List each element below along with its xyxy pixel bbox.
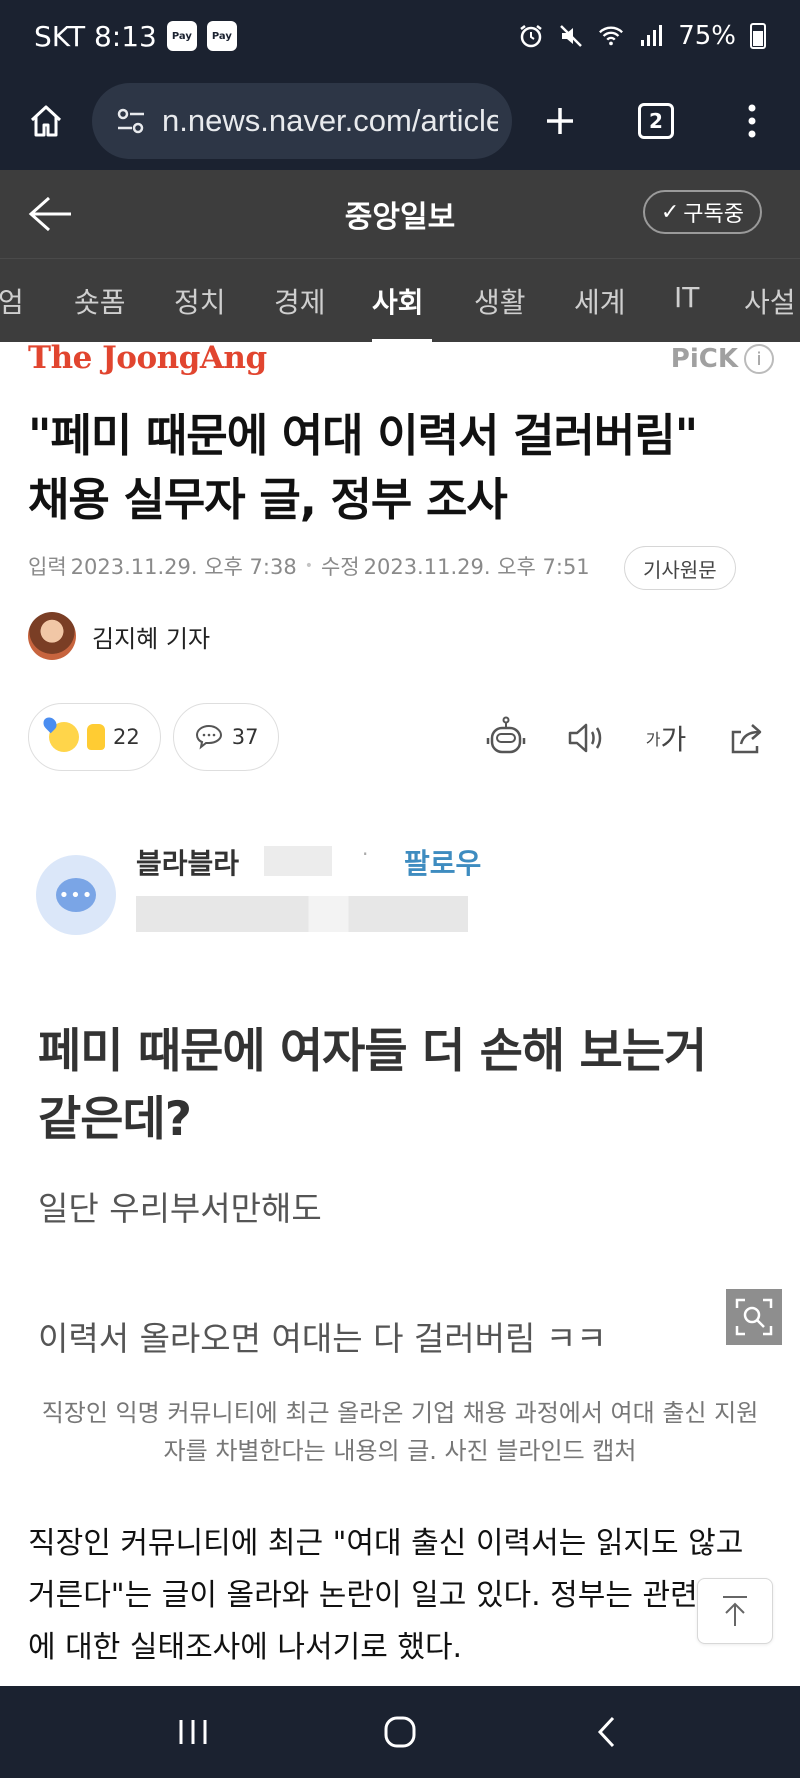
image-zoom-button[interactable] xyxy=(726,1289,782,1345)
comment-button[interactable]: 37 xyxy=(172,703,280,771)
recent-apps-icon xyxy=(179,1720,207,1744)
original-article-button[interactable]: 기사원문 xyxy=(624,546,736,590)
headline-line-1: "페미 때문에 여대 이력서 걸러버림" xyxy=(28,409,698,462)
category-tabs: 엄 숏폼 정치 경제 사회 생활 세계 IT 사설 xyxy=(0,258,800,342)
reporter-avatar xyxy=(28,612,76,660)
tab-world[interactable]: 세계 xyxy=(574,281,626,321)
article-body: 직장인 커뮤니티에 최근 "여대 출신 이력서는 읽지도 않고 거른다"는 글이… xyxy=(28,1526,763,1665)
tab-it[interactable]: IT xyxy=(674,281,699,314)
press-logo[interactable]: The JoongAng xyxy=(28,340,267,376)
info-icon[interactable]: i xyxy=(744,344,774,374)
comment-icon xyxy=(195,724,222,750)
robot-icon xyxy=(486,716,526,754)
edit-date: 2023.11.29. 오후 7:51 xyxy=(363,555,590,579)
back-chevron-icon xyxy=(597,1716,614,1748)
summary-bot-button[interactable] xyxy=(480,712,532,764)
subscribe-label: 구독중 xyxy=(683,202,744,227)
smile-emoji-icon xyxy=(49,722,79,752)
comment-count: 37 xyxy=(231,725,259,749)
new-tab-button[interactable] xyxy=(512,72,608,170)
embed-separator: · xyxy=(362,842,369,866)
carrier-time: SKT 8:13 xyxy=(34,19,157,53)
article-headline: "페미 때문에 여대 이력서 걸러버림" 채용 실무자 글, 정부 조사 xyxy=(28,404,778,532)
blind-post-line-1: 일단 우리부서만해도 xyxy=(38,1189,322,1228)
alarm-icon xyxy=(518,23,544,49)
scroll-to-top-button[interactable] xyxy=(697,1578,773,1644)
reaction-bar: 22 37 xyxy=(28,703,280,771)
tab-shortform[interactable]: 숏폼 xyxy=(74,281,126,321)
reaction-button[interactable]: 22 xyxy=(28,703,161,771)
status-bar: SKT 8:13 Pay Pay 75% xyxy=(0,0,800,72)
blurred-company xyxy=(264,846,332,876)
pay-badge-icon: Pay xyxy=(206,21,237,51)
signal-icon xyxy=(638,23,664,49)
tab-politics[interactable]: 정치 xyxy=(174,281,226,321)
reaction-count: 22 xyxy=(113,725,140,749)
tab-living[interactable]: 생활 xyxy=(474,281,526,321)
tab-switcher-button[interactable]: 2 xyxy=(608,72,704,170)
blind-follow-label: 팔로우 xyxy=(404,847,482,880)
address-bar[interactable]: n.news.naver.com/article xyxy=(92,83,512,159)
article-image: ••• 블라블라 · 팔로우 페미 때문에 여자들 더 손해 보는거 같은데? … xyxy=(0,820,800,1395)
arrow-up-icon xyxy=(723,1596,747,1626)
check-icon: ✓ xyxy=(660,199,680,225)
tab-society[interactable]: 사회 xyxy=(372,281,424,321)
blind-user-name: 블라블라 xyxy=(136,847,240,880)
tab-economy[interactable]: 경제 xyxy=(274,281,326,321)
pay-badge-icon: Pay xyxy=(166,21,197,51)
active-tab-indicator xyxy=(372,339,432,342)
input-date: 2023.11.29. 오후 7:38 xyxy=(70,555,297,579)
system-nav-bar xyxy=(0,1686,800,1778)
site-settings-icon[interactable] xyxy=(114,104,148,138)
zoom-icon xyxy=(735,1298,773,1336)
text-to-speech-button[interactable] xyxy=(560,712,612,764)
font-size-big-icon: 가 xyxy=(660,723,687,756)
chat-bubble-icon: ••• xyxy=(56,878,96,912)
headline-line-2: 채용 실무자 글, 정부 조사 xyxy=(28,473,508,526)
menu-icon xyxy=(748,104,756,138)
share-button[interactable] xyxy=(720,712,772,764)
edit-label: 수정 xyxy=(320,555,360,579)
meta-separator: • xyxy=(304,558,313,574)
tab-prev[interactable]: 엄 xyxy=(0,281,24,321)
reporter-name: 김지혜 기자 xyxy=(92,624,211,653)
browser-toolbar: n.news.naver.com/article 2 xyxy=(0,72,800,170)
pick-label: PiCK xyxy=(670,344,738,374)
tab-editorial[interactable]: 사설 xyxy=(744,281,796,321)
recent-apps-button[interactable] xyxy=(163,1702,223,1762)
article-dates: 입력 2023.11.29. 오후 7:38 • 수정 2023.11.29. … xyxy=(28,551,590,581)
pick-badge[interactable]: PiCK i xyxy=(671,344,774,374)
browser-menu-button[interactable] xyxy=(704,72,800,170)
blind-avatar: ••• xyxy=(36,855,116,935)
home-circle-icon xyxy=(384,1716,416,1748)
blind-post-line-2: 이력서 올라오면 여대는 다 걸러버림 ㅋㅋ xyxy=(38,1319,607,1358)
app-header: 중앙일보 ✓ 구독중 xyxy=(0,170,800,258)
new-tab-icon xyxy=(547,108,573,134)
home-nav-button[interactable] xyxy=(370,1702,430,1762)
battery-percent: 75% xyxy=(678,21,736,51)
font-size-button[interactable]: 가가 xyxy=(640,712,692,764)
blurred-details xyxy=(136,896,468,932)
input-label: 입력 xyxy=(28,555,67,579)
battery-icon xyxy=(750,23,766,49)
tab-switcher-icon: 2 xyxy=(638,103,674,139)
home-button[interactable] xyxy=(0,72,92,170)
article-tools: 가가 xyxy=(480,712,772,764)
thumbs-up-icon xyxy=(87,724,105,750)
subscribe-button[interactable]: ✓ 구독중 xyxy=(642,190,762,234)
blind-post-title: 페미 때문에 여자들 더 손해 보는거 같은데? xyxy=(38,1024,707,1147)
home-icon xyxy=(30,105,62,137)
image-caption: 직장인 익명 커뮤니티에 최근 올라온 기업 채용 과정에서 여대 출신 지원자… xyxy=(41,1399,759,1465)
reporter[interactable]: 김지혜 기자 xyxy=(28,612,210,660)
font-size-small-icon: 가 xyxy=(645,730,661,749)
mute-icon xyxy=(558,23,584,49)
wifi-icon xyxy=(598,23,624,49)
url-text[interactable]: n.news.naver.com/article xyxy=(162,103,498,139)
speaker-icon xyxy=(568,723,602,753)
share-icon xyxy=(731,724,762,754)
back-nav-button[interactable] xyxy=(577,1702,637,1762)
